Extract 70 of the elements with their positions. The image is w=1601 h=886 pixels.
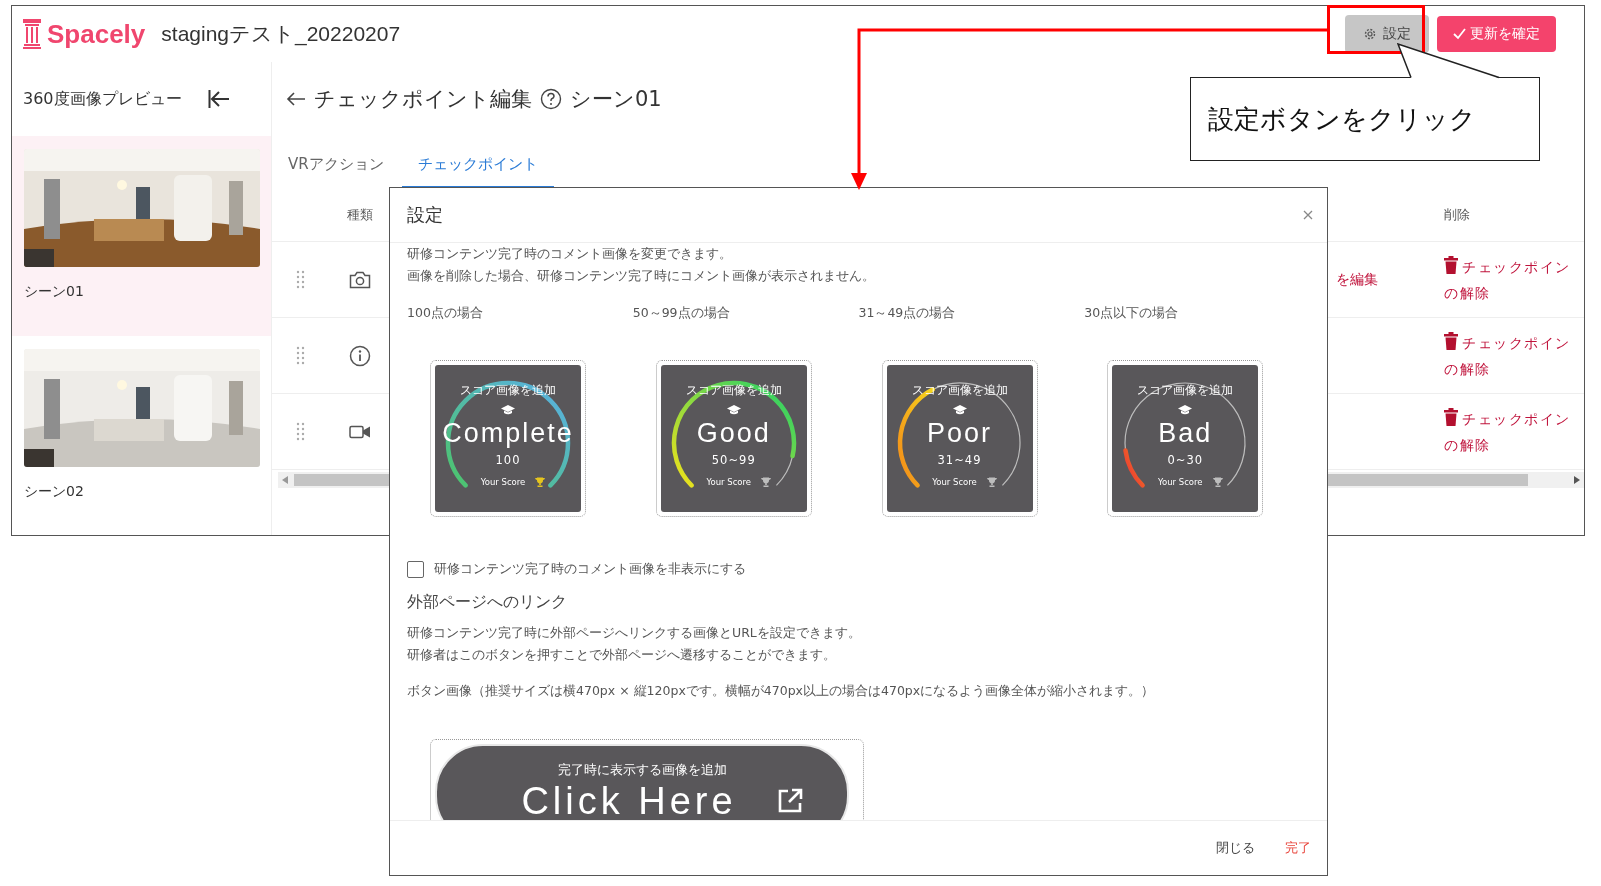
scene-name: シーン01 <box>570 86 662 113</box>
panel-title: 360度画像プレビュー <box>23 88 182 110</box>
graduation-cap-icon <box>501 405 515 415</box>
external-link-icon <box>776 788 803 814</box>
dialog-title: 設定 <box>407 203 443 227</box>
scene-label: シーン02 <box>24 483 85 501</box>
score-caption: Your Score <box>932 477 977 487</box>
score-range-label: 50～99点の場合 <box>632 304 731 322</box>
score-word: Bad <box>1158 418 1213 449</box>
column-header: 削除 <box>1444 206 1470 224</box>
checkbox[interactable] <box>407 560 424 578</box>
drag-handle-icon[interactable] <box>296 345 306 366</box>
close-button[interactable]: 閉じる <box>1210 835 1261 861</box>
edit-link[interactable]: を編集 <box>1336 270 1378 287</box>
settings-icon <box>1363 27 1377 41</box>
scene-card[interactable]: シーン02 <box>12 336 271 535</box>
score-caption: Your Score <box>480 477 526 487</box>
remove-checkpoint-link[interactable]: チェックポインの解除 <box>1444 253 1576 306</box>
description-text: 研修者はこのボタンを押すことで外部ページへ遷移することができます。 <box>407 646 837 664</box>
section-heading: 外部ページへのリンク <box>407 591 568 613</box>
drag-handle-icon[interactable] <box>296 269 306 290</box>
tab[interactable]: VRアクション <box>272 155 400 188</box>
trash-icon <box>1444 407 1458 426</box>
collapse-icon[interactable] <box>207 90 230 108</box>
score-caption: Your Score <box>706 477 752 487</box>
description-text: 画像を削除した場合、研修コンテンツ完了時にコメント画像が表示されません。 <box>407 267 876 285</box>
done-button[interactable]: 完了 <box>1279 835 1317 861</box>
graduation-cap-icon <box>726 405 741 415</box>
confirm-update-button[interactable]: 更新を確定 <box>1437 16 1556 52</box>
add-score-image-text: スコア画像を追加 <box>1137 382 1234 399</box>
callout-text: 設定ボタンをクリック <box>1208 102 1476 136</box>
score-word: Good <box>696 418 771 449</box>
score-range: 50~99 <box>711 453 756 467</box>
drag-handle-icon[interactable] <box>296 421 306 442</box>
score-word: Poor <box>926 418 992 449</box>
score-range-label: 100点の場合 <box>407 304 484 322</box>
remove-checkpoint-link[interactable]: チェックポインの解除 <box>1444 405 1576 458</box>
checkbox-label: 研修コンテンツ完了時のコメント画像を非表示にする <box>434 560 746 578</box>
back-arrow-icon[interactable] <box>286 91 306 107</box>
trash-icon <box>1444 255 1458 274</box>
description-text: 研修コンテンツ完了時のコメント画像を変更できます。 <box>407 245 733 263</box>
pillar-icon <box>23 19 41 49</box>
score-caption: Your Score <box>1157 477 1203 487</box>
score-range: 0~30 <box>1167 453 1204 467</box>
button-image-note: ボタン画像（推奨サイズは横470px × 縦120pxです。横幅が470px以上の場合は470pxになるよう画像全体が縮小されます。） <box>407 682 1156 700</box>
score-range: 100 <box>495 453 521 467</box>
scroll-right-icon[interactable] <box>1574 476 1580 484</box>
add-button-image-text: 完了時に表示する画像を追加 <box>557 762 727 779</box>
project-title: stagingテスト_20220207 <box>161 21 401 48</box>
close-icon[interactable] <box>1303 210 1313 220</box>
score-range-label: 31～49点の場合 <box>858 304 957 322</box>
scene-label: シーン01 <box>24 283 85 301</box>
graduation-cap-icon <box>1178 405 1193 415</box>
button-word: Click Here <box>521 779 737 820</box>
video-camera-icon <box>349 424 371 439</box>
description-text: 研修コンテンツ完了時に外部ページへリンクする画像とURLを設定できます。 <box>407 624 862 642</box>
camera-icon <box>349 270 371 289</box>
help-icon[interactable] <box>540 88 562 110</box>
scene-card[interactable]: シーン01 <box>12 136 271 336</box>
logo-text: Spacely <box>47 18 146 50</box>
page-title: チェックポイント編集 <box>314 86 532 113</box>
info-icon <box>349 344 371 367</box>
graduation-cap-icon <box>952 405 967 415</box>
score-range: 31~49 <box>937 453 982 467</box>
settings-button[interactable]: 設定 <box>1345 15 1429 53</box>
score-range-label: 30点以下の場合 <box>1084 304 1180 322</box>
column-header: 種類 <box>347 206 373 224</box>
remove-checkpoint-link[interactable]: チェックポインの解除 <box>1444 329 1576 382</box>
trash-icon <box>1444 331 1458 350</box>
check-icon <box>1453 28 1466 40</box>
